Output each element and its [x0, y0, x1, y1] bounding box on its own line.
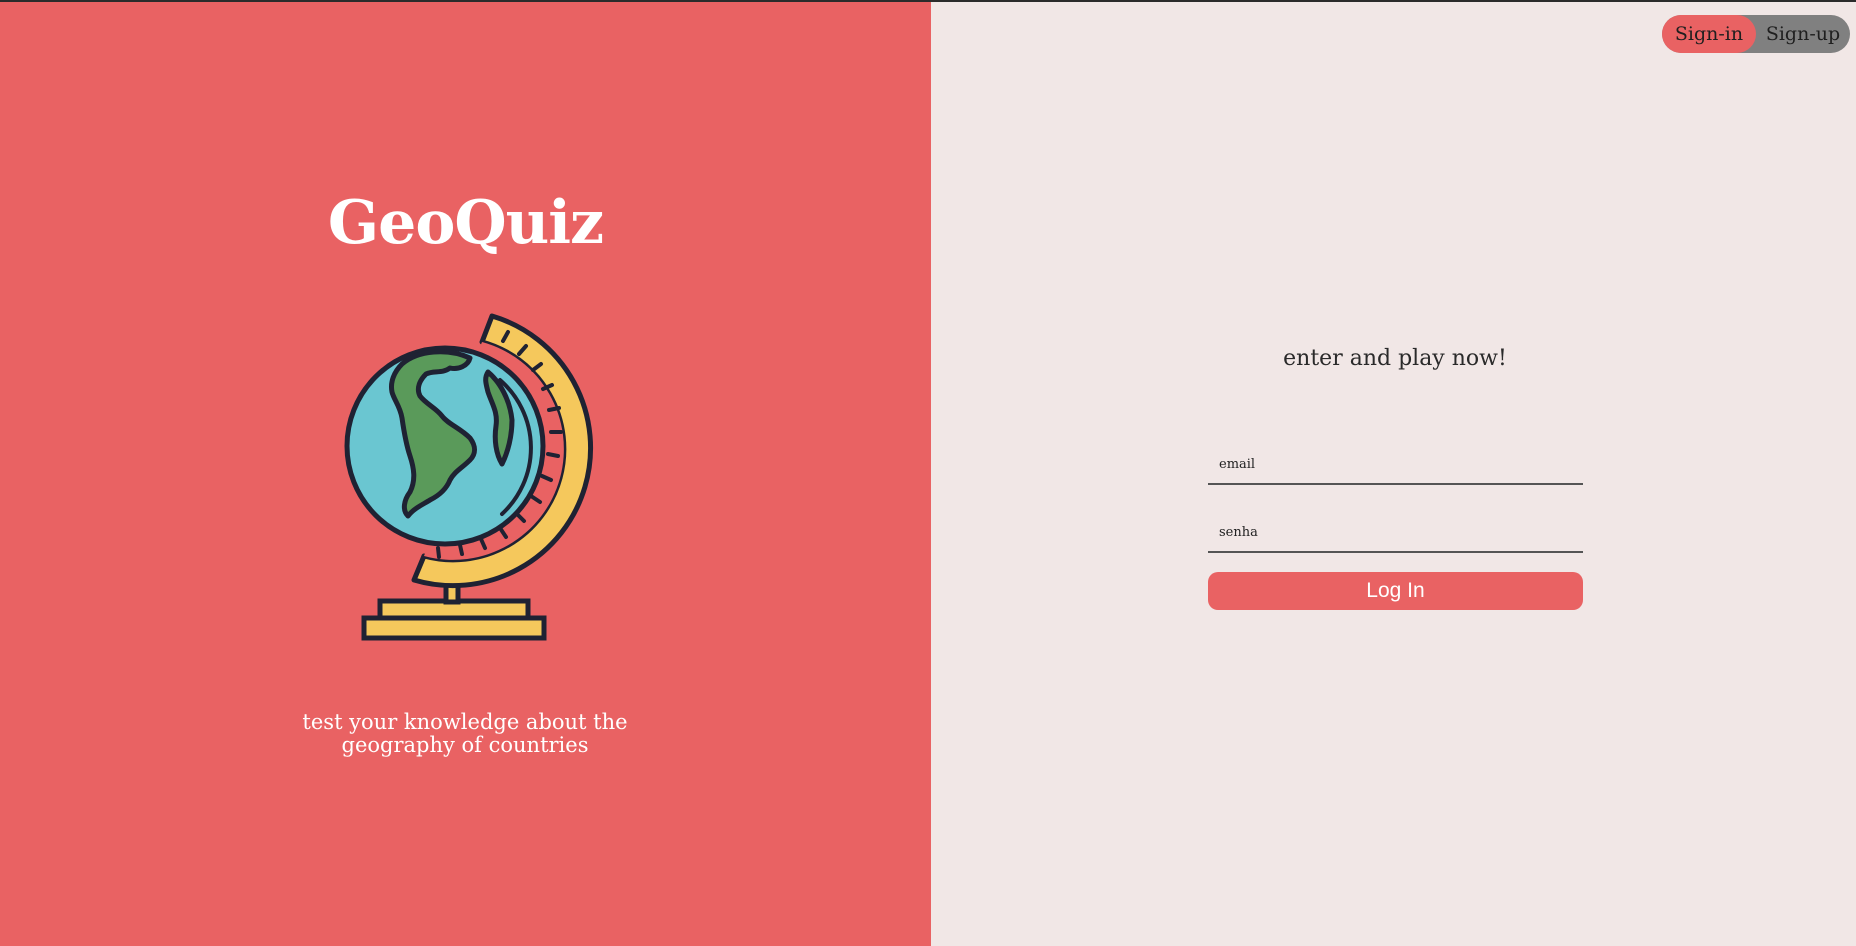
email-input[interactable] — [1208, 445, 1583, 483]
page: GeoQuiz test your knowledge about the ge… — [0, 0, 1856, 946]
form-heading: enter and play now! — [1283, 346, 1507, 371]
brand-panel: GeoQuiz test your knowledge about the ge… — [0, 2, 931, 946]
app-title: GeoQuiz — [327, 188, 604, 258]
sign-in-tab[interactable]: Sign-in — [1662, 15, 1756, 53]
auth-toggle: Sign-in Sign-up — [1662, 15, 1850, 53]
login-button[interactable]: Log In — [1208, 572, 1583, 610]
tagline: test your knowledge about the geography … — [302, 710, 628, 757]
globe-icon — [344, 313, 594, 641]
sign-up-tab[interactable]: Sign-up — [1756, 15, 1850, 53]
email-field-wrapper — [1208, 445, 1583, 485]
password-input[interactable] — [1208, 513, 1583, 551]
password-field-wrapper — [1208, 513, 1583, 553]
